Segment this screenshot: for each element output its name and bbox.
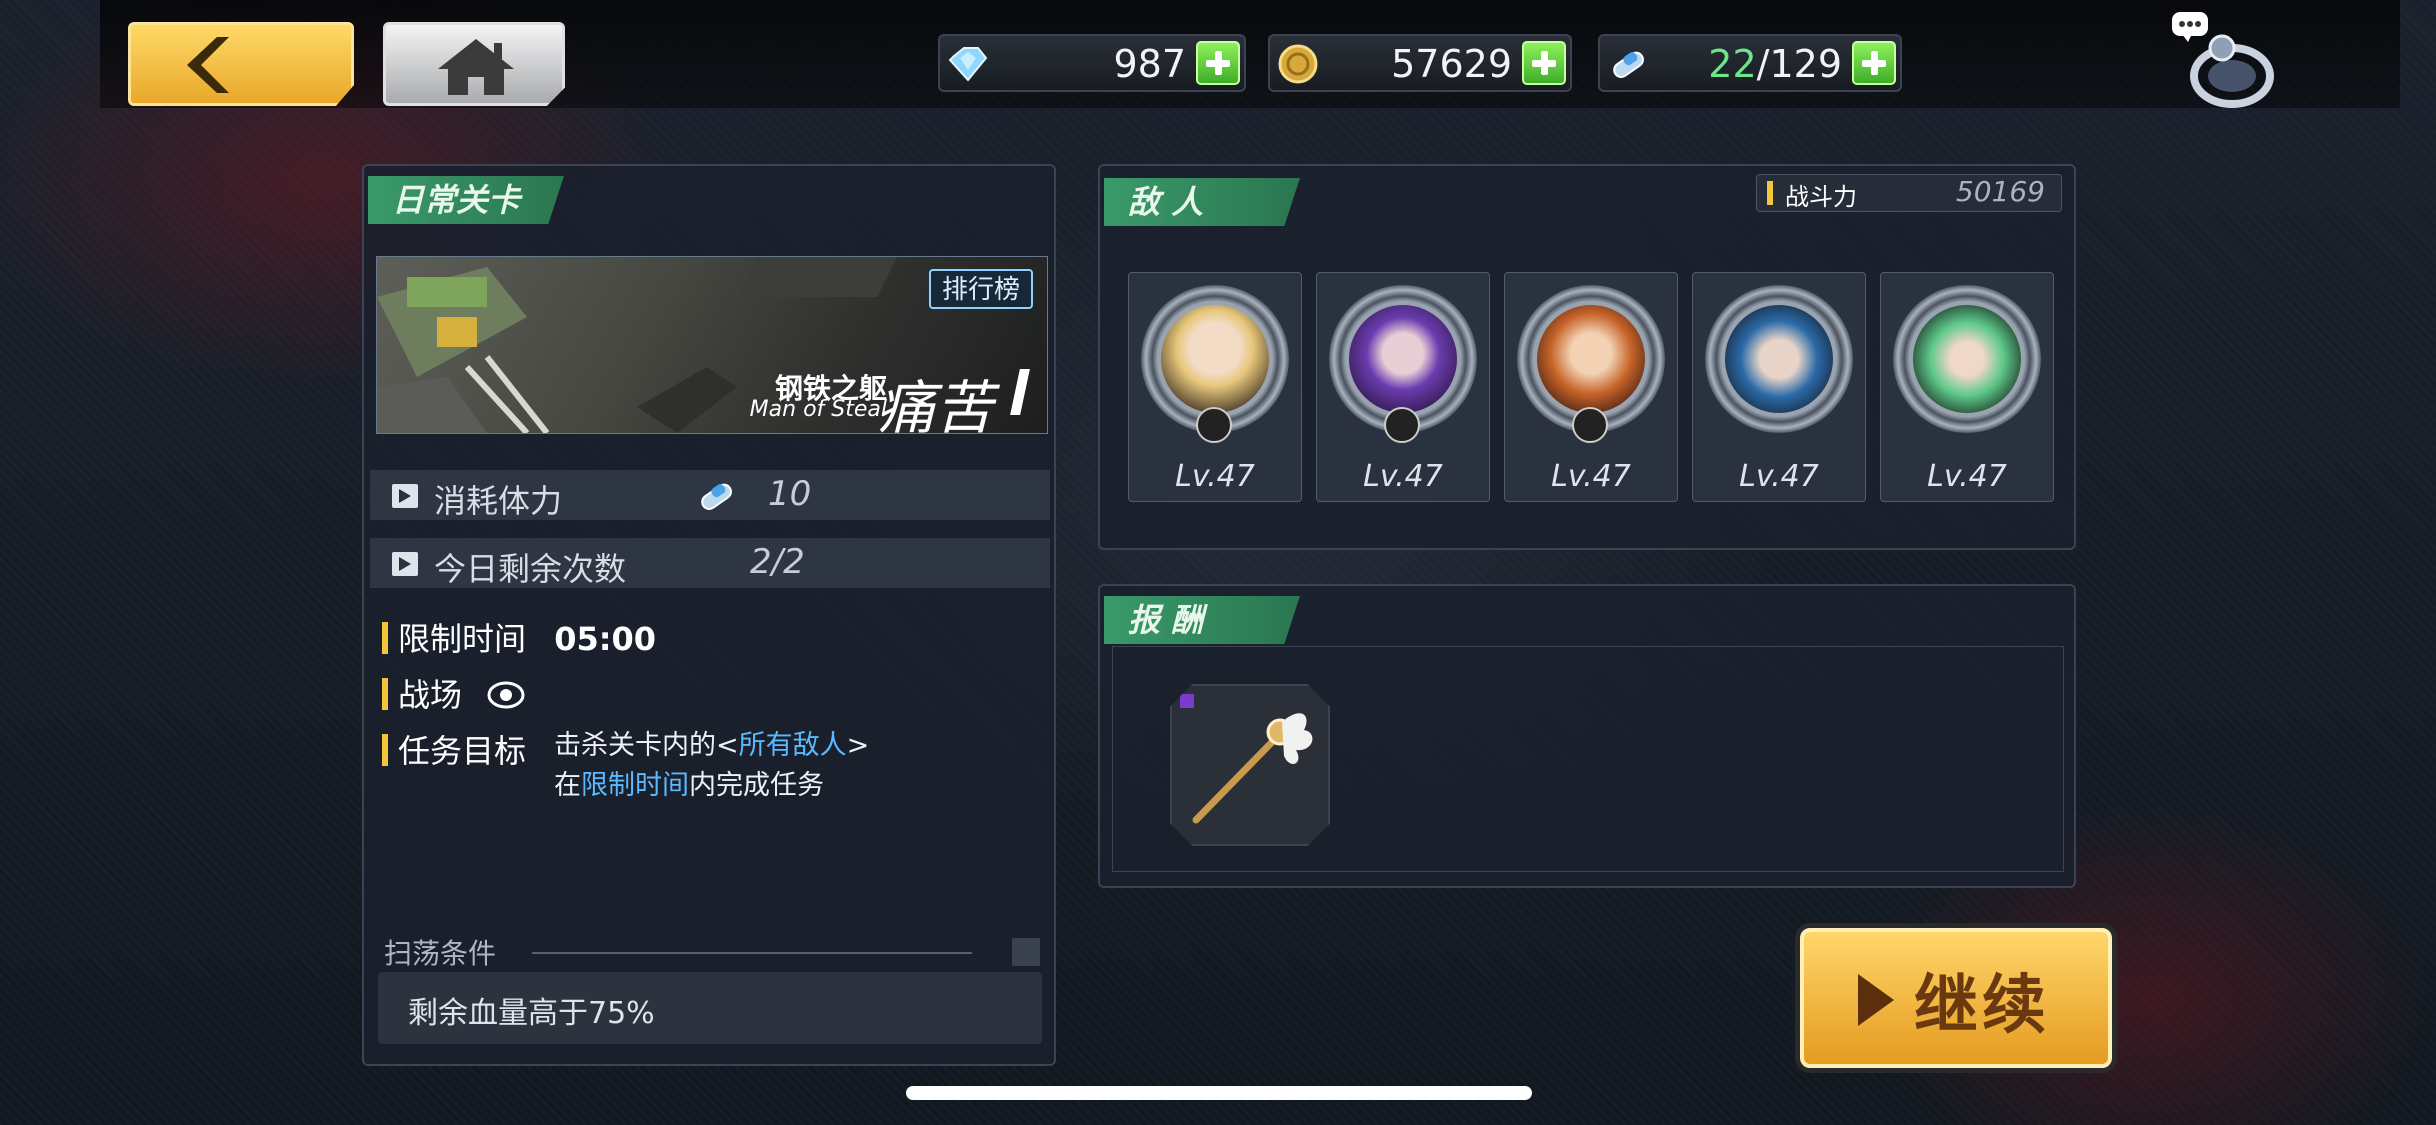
continue-label: 继续 — [1914, 969, 2050, 1043]
stamina-max: /129 — [1756, 42, 1842, 86]
enemy-card[interactable]: Lv.47 — [1128, 272, 1302, 502]
reward-item[interactable] — [1170, 684, 1330, 846]
enemy-level: Lv.47 — [1551, 459, 1631, 494]
enemy-level: Lv.47 — [1363, 459, 1443, 494]
sweep-marker — [1012, 938, 1040, 966]
add-stamina-button[interactable] — [1852, 41, 1896, 85]
objective-highlight: 所有敌人 — [738, 730, 847, 761]
enemy-portrait — [1161, 305, 1269, 413]
add-gem-button[interactable] — [1196, 41, 1240, 85]
divider — [532, 952, 972, 954]
time-limit-value: 05:00 — [554, 620, 657, 658]
add-gold-button[interactable] — [1522, 41, 1566, 85]
time-limit: 限制时间 05:00 — [382, 614, 656, 660]
enemy-portrait — [1913, 305, 2021, 413]
home-indicator[interactable] — [906, 1086, 1532, 1100]
enemy-card[interactable]: Lv.47 — [1692, 272, 1866, 502]
remaining-value: 2/2 — [750, 542, 805, 582]
gem-value: 987 — [1113, 42, 1186, 86]
home-icon — [438, 39, 514, 95]
enemy-level: Lv.47 — [1175, 459, 1255, 494]
back-button[interactable] — [128, 22, 354, 106]
play-icon — [1858, 974, 1894, 1026]
enemy-panel: 敌 人 战斗力 50169 Lv.47 Lv.47 Lv.47 Lv.47 Lv… — [1098, 164, 2076, 550]
enemy-section-title: 敌 人 — [1104, 178, 1300, 226]
arrow-right-icon — [392, 552, 418, 576]
stage-info-panel: 日常关卡 排行榜 钢铁之躯 Man of Steal 痛苦 消耗体力 10 今日… — [362, 164, 1056, 1066]
gold-counter: 57629 — [1268, 34, 1572, 92]
sweep-condition-box: 剩余血量高于75% — [378, 972, 1042, 1044]
enemy-portrait — [1537, 305, 1645, 413]
battlefield: 战场 — [382, 670, 526, 716]
enemy-portrait — [1349, 305, 1457, 413]
enemy-card[interactable]: Lv.47 — [1316, 272, 1490, 502]
combat-power: 战斗力 50169 — [1756, 174, 2062, 212]
gold-value: 57629 — [1391, 42, 1512, 86]
enemy-card[interactable]: Lv.47 — [1504, 272, 1678, 502]
objective-highlight: 限制时间 — [581, 770, 689, 801]
stage-banner: 排行榜 钢铁之躯 Man of Steal 痛苦 — [376, 256, 1048, 434]
combat-power-value: 50169 — [1955, 175, 2045, 208]
reward-section-title: 报 酬 — [1104, 596, 1300, 644]
battlefield-label: 战场 — [398, 676, 463, 714]
sweep-condition-label: 扫荡条件 — [384, 937, 497, 970]
enemy-level: Lv.47 — [1927, 459, 2007, 494]
stage-section-title: 日常关卡 — [368, 176, 564, 224]
continue-button[interactable]: 继续 — [1800, 928, 2112, 1068]
sweep-condition-text: 剩余血量高于75% — [408, 996, 655, 1031]
home-button[interactable] — [383, 22, 565, 106]
gem-icon — [948, 47, 988, 82]
stage-difficulty: 痛苦 — [876, 374, 993, 434]
coin-icon — [1278, 44, 1318, 84]
reward-panel: 报 酬 — [1098, 584, 2076, 888]
gem-counter: 987 — [938, 34, 1246, 92]
objective-text: 击杀关卡内的<所有敌人> 在限制时间内完成任务 — [554, 730, 870, 801]
remaining-attempts-row: 今日剩余次数 2/2 — [370, 538, 1050, 588]
combat-power-label: 战斗力 — [1785, 183, 1857, 211]
rank-badge-icon — [1196, 407, 1232, 443]
stamina-counter: 22/129 — [1598, 34, 1902, 92]
stamina-cost-label: 消耗体力 — [434, 482, 563, 520]
stage-title-en: Man of Steal — [749, 397, 887, 422]
time-limit-label: 限制时间 — [398, 620, 527, 658]
arrow-right-icon — [392, 484, 418, 508]
enemy-card[interactable]: Lv.47 — [1880, 272, 2054, 502]
enemy-level: Lv.47 — [1739, 459, 1819, 494]
enemy-portrait — [1725, 305, 1833, 413]
rank-badge-icon — [1384, 407, 1420, 443]
chevron-left-icon — [187, 37, 229, 93]
ranking-button[interactable]: 排行榜 — [929, 269, 1033, 309]
objective-label: 任务目标 — [398, 732, 527, 770]
staff-weapon-icon — [1180, 694, 1313, 824]
remaining-label: 今日剩余次数 — [434, 550, 627, 588]
stamina-cost-value: 10 — [768, 474, 812, 514]
stamina-current: 22 — [1708, 42, 1757, 86]
rank-badge-icon — [1572, 407, 1608, 443]
stamina-icon — [1613, 51, 1644, 78]
chat-profile-icon[interactable] — [2168, 10, 2278, 110]
stamina-icon — [701, 483, 732, 510]
stamina-cost-row: 消耗体力 10 — [370, 470, 1050, 520]
battlefield-icon — [487, 681, 525, 709]
objective: 任务目标 — [382, 726, 526, 772]
